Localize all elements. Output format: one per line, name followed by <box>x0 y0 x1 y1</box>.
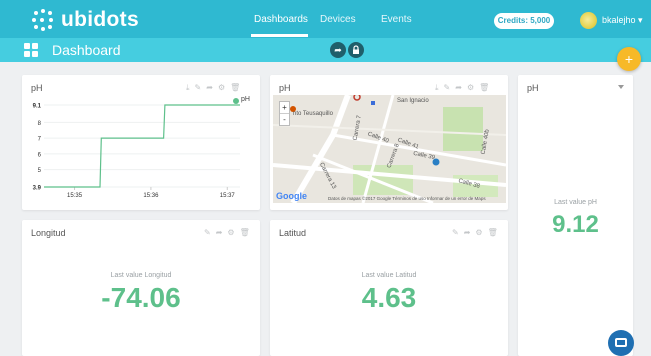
add-widget-button[interactable]: + <box>617 47 641 71</box>
zoom-in-button[interactable]: + <box>280 102 289 113</box>
map-zoom-control[interactable]: + - <box>279 101 290 126</box>
settings-icon[interactable]: ⚙ <box>227 228 234 237</box>
x-tick-label: 15:35 <box>67 193 83 199</box>
widget-title: Latitud <box>279 228 307 238</box>
edit-icon[interactable]: ✎ <box>444 83 451 93</box>
y-tick-label: 9.1 <box>33 104 42 110</box>
share-icon[interactable]: ➦ <box>455 83 462 93</box>
brand-name: ubidots <box>61 8 139 31</box>
y-tick-label: 3.9 <box>33 186 42 192</box>
widget-toolbar: ✎ ➦ ⚙ 🗑 <box>204 228 250 237</box>
series-line-ph <box>44 104 240 188</box>
longitud-widget: Longitud ✎ ➦ ⚙ 🗑 Last value Longitud -74… <box>22 220 260 356</box>
y-tick-label: 5 <box>38 168 42 174</box>
widget-title: pH <box>279 83 291 93</box>
user-menu[interactable]: bkalejho ▾ <box>602 15 643 26</box>
ubidots-logo[interactable]: ubidots <box>32 8 139 32</box>
x-tick-label: 15:36 <box>143 193 159 199</box>
edit-icon[interactable]: ✎ <box>204 228 211 237</box>
ph-chart-widget: pH ⤓ ✎ ➦ ⚙ 🗑 pH 3.9 5 6 7 8 9.1 15:35 15:36 15:3… <box>22 75 260 210</box>
last-value: -74.06 <box>101 282 181 313</box>
share-icon[interactable]: ➦ <box>330 42 346 58</box>
zoom-out-button[interactable]: - <box>280 113 289 125</box>
delete-icon[interactable]: 🗑 <box>479 83 489 93</box>
chevron-down-icon[interactable] <box>618 85 624 89</box>
page-title: Dashboard <box>52 42 121 58</box>
credits-badge[interactable]: Credits: 5,000 <box>494 13 554 29</box>
active-nav-indicator <box>251 34 308 37</box>
lock-icon[interactable] <box>348 42 364 58</box>
ph-line-chart: 3.9 5 6 7 8 9.1 15:35 15:36 15:37 <box>33 104 240 199</box>
latitud-widget: Latitud ✎ ➦ ⚙ 🗑 Last value Latitud 4.63 <box>270 220 508 356</box>
widget-toolbar: ⤓ ✎ ➦ ⚙ 🗑 <box>435 83 489 93</box>
username: bkalejho <box>602 15 636 25</box>
chat-button[interactable] <box>608 330 634 356</box>
nav-events[interactable]: Events <box>381 14 412 25</box>
last-value-label: Last value Latitud <box>361 272 417 279</box>
settings-icon[interactable]: ⚙ <box>467 83 474 93</box>
settings-icon[interactable]: ⚙ <box>475 228 482 237</box>
dashboard-bar: Dashboard ➦ <box>0 38 651 62</box>
widget-toolbar: ✎ ➦ ⚙ 🗑 <box>452 228 498 237</box>
delete-icon[interactable]: 🗑 <box>488 228 498 237</box>
edit-icon[interactable]: ✎ <box>452 228 459 237</box>
delete-icon[interactable]: 🗑 <box>240 228 250 237</box>
ph-value-widget: pH Last value pH 9.12 <box>518 75 633 356</box>
y-tick-label: 7 <box>38 137 42 143</box>
avatar[interactable] <box>580 12 597 29</box>
chat-icon <box>615 338 627 347</box>
share-icon[interactable]: ➦ <box>216 228 223 237</box>
last-value: 9.12 <box>552 211 599 238</box>
last-value: 4.63 <box>361 282 417 313</box>
map-label: San Ignacio <box>397 98 429 104</box>
map-view[interactable]: + - San Ignacio nto Teusaquillo Carrera 7… <box>273 95 506 203</box>
map-attribution[interactable]: Datos de mapas ©2017 Google Términos de … <box>328 196 486 201</box>
last-value-label: Last value Longitud <box>110 272 172 279</box>
top-nav: ubidots Dashboards Devices Events Credit… <box>0 0 651 38</box>
ubidots-logo-icon <box>32 9 56 31</box>
y-tick-label: 6 <box>38 152 42 158</box>
nav-dashboards[interactable]: Dashboards <box>254 14 308 25</box>
y-tick-label: 8 <box>38 121 42 127</box>
dashboard-grid-icon[interactable] <box>24 43 38 57</box>
last-value-label: Last value pH <box>554 199 597 206</box>
google-logo: Google <box>276 191 307 201</box>
nav-devices[interactable]: Devices <box>320 14 356 25</box>
widget-title: pH <box>527 83 539 93</box>
widget-title: Longitud <box>31 228 66 238</box>
x-tick-label: 15:37 <box>220 193 236 199</box>
download-icon[interactable]: ⤓ <box>435 83 439 93</box>
map-label: nto Teusaquillo <box>293 111 333 117</box>
map-widget: pH ⤓ ✎ ➦ ⚙ 🗑 + - San Ignacio nto Teusaqui… <box>270 75 508 210</box>
share-icon[interactable]: ➦ <box>464 228 471 237</box>
